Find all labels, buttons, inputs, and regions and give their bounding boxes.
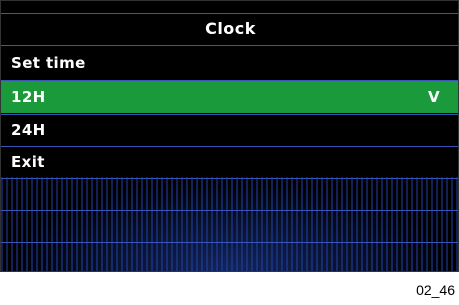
menu-item-label: 12H <box>11 88 46 106</box>
menu-item-label: Set time <box>11 54 86 72</box>
menu-item-label: Exit <box>11 153 45 171</box>
separator <box>1 210 458 211</box>
check-mark-icon: V <box>427 88 440 106</box>
background-pattern <box>1 177 458 271</box>
separator <box>1 45 458 46</box>
menu-item-exit[interactable]: Exit <box>1 146 458 178</box>
clock-settings-screen: Clock Set time 12H V 24H Exit <box>0 0 459 272</box>
separator <box>1 13 458 14</box>
menu-item-12h[interactable]: 12H V <box>1 81 458 113</box>
menu-item-24h[interactable]: 24H <box>1 114 458 146</box>
menu-item-set-time[interactable]: Set time <box>1 47 458 79</box>
menu-item-label: 24H <box>11 121 46 139</box>
figure-caption: 02_46 <box>416 282 455 298</box>
screen-title: Clock <box>205 19 256 38</box>
separator <box>1 242 458 243</box>
